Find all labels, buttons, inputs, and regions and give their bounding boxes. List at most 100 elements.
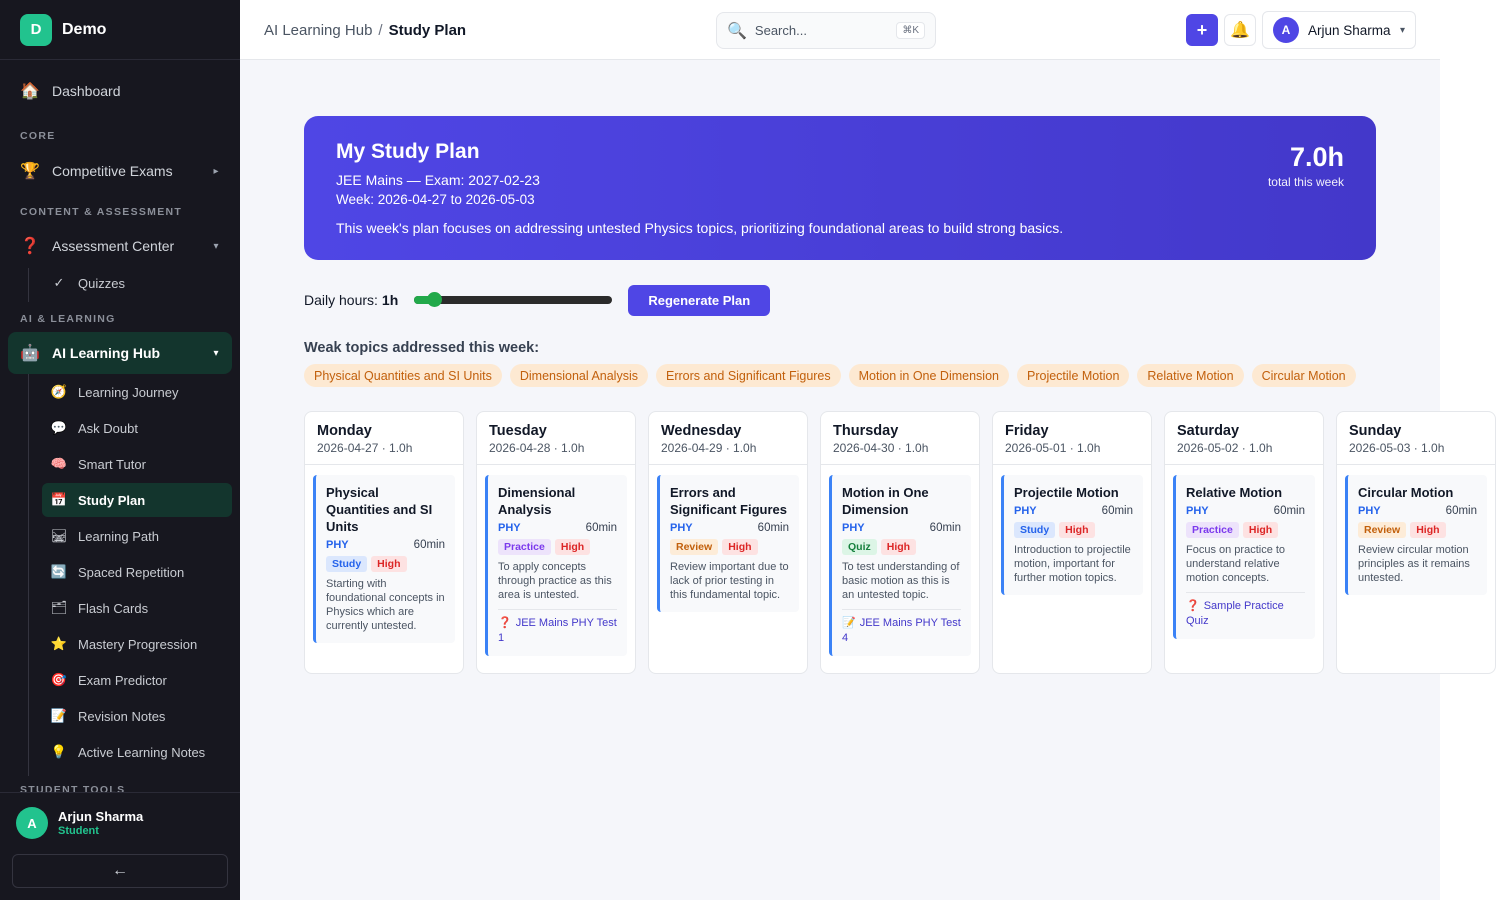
brand[interactable]: D Demo: [0, 0, 240, 60]
weak-topic-chip: Errors and Significant Figures: [655, 364, 841, 387]
task-description: Introduction to projectile motion, impor…: [1014, 544, 1131, 584]
task-duration: 60min: [1273, 505, 1305, 517]
chat-icon: 💬: [50, 420, 68, 435]
task-subject: PHY: [842, 522, 865, 534]
sidebar-item-label: AI Learning Hub: [52, 345, 161, 361]
sidebar-item-revision-notes[interactable]: 📝 Revision Notes: [42, 699, 232, 733]
day-name: Thursday: [833, 423, 899, 439]
sidebar-user-name: Arjun Sharma: [58, 809, 144, 824]
sidebar-user[interactable]: A Arjun Sharma Student: [0, 793, 240, 839]
brand-logo: D: [20, 13, 52, 46]
task-resource-link[interactable]: ❓ Sample Practice Quiz: [1186, 592, 1305, 629]
day-name: Sunday: [1349, 423, 1402, 439]
bell-icon: 🔔: [1230, 22, 1250, 39]
slider-thumb[interactable]: [427, 292, 443, 307]
regenerate-plan-button[interactable]: Regenerate Plan: [628, 284, 771, 316]
task-card[interactable]: Motion in One Dimension PHY 60min Quiz H…: [829, 475, 971, 656]
day-meta: 2026-04-28 · 1.0h: [489, 441, 585, 455]
sidebar-item-study-plan[interactable]: 📅 Study Plan: [42, 483, 232, 517]
sidebar-item-learning-path[interactable]: 🛤 Learning Path: [42, 519, 232, 553]
page-title: Study Plan: [388, 21, 467, 39]
study-plan-hero: My Study Plan JEE Mains — Exam: 2027-02-…: [304, 116, 1376, 260]
day-header: Sunday 2026-05-03 · 1.0h: [1337, 412, 1495, 465]
hero-total: 7.0h total this week: [1268, 142, 1344, 189]
task-card[interactable]: Circular Motion PHY 60min Review High Re…: [1345, 475, 1487, 595]
day-column-thursday: Thursday 2026-04-30 · 1.0h Motion in One…: [820, 411, 980, 674]
search-input[interactable]: [754, 23, 897, 38]
task-title: Errors and Significant Figures: [670, 485, 788, 517]
daily-hours-slider[interactable]: [414, 292, 613, 307]
priority-badge: High: [554, 539, 591, 555]
submenu-guide-line: [28, 268, 29, 302]
plus-icon: +: [1196, 19, 1208, 40]
task-card[interactable]: Dimensional Analysis PHY 60min Practice …: [485, 475, 627, 656]
sidebar-item-spaced-repetition[interactable]: 🔄 Spaced Repetition: [42, 555, 232, 589]
task-card[interactable]: Relative Motion PHY 60min Practice High …: [1173, 475, 1315, 639]
task-duration: 60min: [757, 522, 789, 534]
task-type-badge: Practice: [1186, 522, 1239, 538]
chevron-right-icon: ▸: [213, 165, 219, 177]
task-card[interactable]: Errors and Significant Figures PHY 60min…: [657, 475, 799, 612]
sidebar-item-active-learning-notes[interactable]: 💡 Active Learning Notes: [42, 735, 232, 769]
day-name: Tuesday: [489, 423, 547, 439]
memo-icon: 📝: [842, 617, 856, 629]
weak-topic-chip: Motion in One Dimension: [848, 364, 1009, 387]
collapse-sidebar-button[interactable]: ←: [12, 854, 228, 888]
sidebar-item-label: Spaced Repetition: [78, 564, 185, 580]
sidebar-item-flash-cards[interactable]: 🗂 Flash Cards: [42, 591, 232, 625]
day-column-friday: Friday 2026-05-01 · 1.0h Projectile Moti…: [992, 411, 1152, 674]
sidebar-item-label: Assessment Center: [52, 238, 175, 254]
chevron-down-icon: ▾: [213, 347, 219, 359]
day-meta: 2026-04-29 · 1.0h: [661, 441, 757, 455]
sidebar-item-quizzes[interactable]: ✓ Quizzes: [42, 266, 232, 300]
sidebar-item-label: Ask Doubt: [78, 420, 138, 436]
task-description: Starting with foundational concepts in P…: [326, 578, 445, 632]
task-card[interactable]: Physical Quantities and SI Units PHY 60m…: [313, 475, 455, 643]
sidebar-item-smart-tutor[interactable]: 🧠 Smart Tutor: [42, 447, 232, 481]
sidebar-item-label: Competitive Exams: [52, 163, 173, 179]
task-resource-link[interactable]: 📝 JEE Mains PHY Test 4: [842, 609, 961, 646]
task-description: Review important due to lack of prior te…: [670, 561, 789, 601]
calendar-icon: 📅: [50, 492, 68, 507]
notifications-button[interactable]: 🔔: [1224, 14, 1256, 46]
sidebar-item-learning-journey[interactable]: 🧭 Learning Journey: [42, 375, 232, 409]
user-menu-button[interactable]: A Arjun Sharma ▾: [1262, 11, 1416, 49]
lightbulb-icon: 💡: [50, 744, 68, 759]
task-card[interactable]: Projectile Motion PHY 60min Study High I…: [1001, 475, 1143, 595]
sidebar-item-dashboard[interactable]: 🏠 Dashboard: [8, 70, 232, 112]
sidebar-item-label: Dashboard: [52, 83, 121, 99]
weak-topics-title: Weak topics addressed this week:: [304, 340, 540, 356]
submenu-guide-line: [28, 374, 29, 776]
task-duration: 60min: [1101, 505, 1133, 517]
add-button[interactable]: +: [1186, 14, 1218, 46]
day-header: Monday 2026-04-27 · 1.0h: [305, 412, 463, 465]
section-core: CORE: [20, 130, 56, 142]
task-resource-link[interactable]: ❓ JEE Mains PHY Test 1: [498, 609, 617, 646]
priority-badge: High: [371, 556, 407, 572]
breadcrumb-parent-link[interactable]: AI Learning Hub: [264, 22, 372, 39]
sidebar-item-ask-doubt[interactable]: 💬 Ask Doubt: [42, 411, 232, 445]
task-type-badge: Review: [1358, 522, 1407, 538]
sidebar-item-mastery-progression[interactable]: ⭐ Mastery Progression: [42, 627, 232, 661]
day-meta: 2026-04-27 · 1.0h: [317, 441, 413, 455]
sidebar-item-competitive-exams[interactable]: 🏆 Competitive Exams ▸: [8, 150, 232, 192]
avatar: A: [1273, 17, 1299, 43]
sidebar-item-label: Exam Predictor: [78, 672, 167, 688]
day-column-saturday: Saturday 2026-05-02 · 1.0h Relative Moti…: [1164, 411, 1324, 674]
question-icon: ❓: [498, 617, 512, 629]
check-icon: ✓: [53, 275, 65, 290]
sidebar-item-ai-learning-hub[interactable]: 🤖 AI Learning Hub ▾: [8, 332, 232, 374]
task-link-label: Sample Practice Quiz: [1186, 600, 1284, 627]
section-ai-learning: AI & LEARNING: [20, 313, 116, 325]
weak-topics-list: Physical Quantities and SI Units Dimensi…: [304, 364, 1356, 387]
brain-icon: 🧠: [50, 456, 68, 471]
chevron-down-icon: ▾: [213, 240, 219, 252]
search-box[interactable]: 🔍 ⌘K: [716, 12, 936, 49]
sidebar-item-assessment-center[interactable]: ❓ Assessment Center ▾: [8, 225, 232, 267]
task-subject: PHY: [1014, 505, 1037, 517]
priority-badge: High: [880, 539, 917, 555]
day-meta: 2026-04-30 · 1.0h: [833, 441, 929, 455]
task-type-badge: Quiz: [842, 539, 877, 555]
sidebar-item-exam-predictor[interactable]: 🎯 Exam Predictor: [42, 663, 232, 697]
day-name: Wednesday: [661, 423, 742, 439]
